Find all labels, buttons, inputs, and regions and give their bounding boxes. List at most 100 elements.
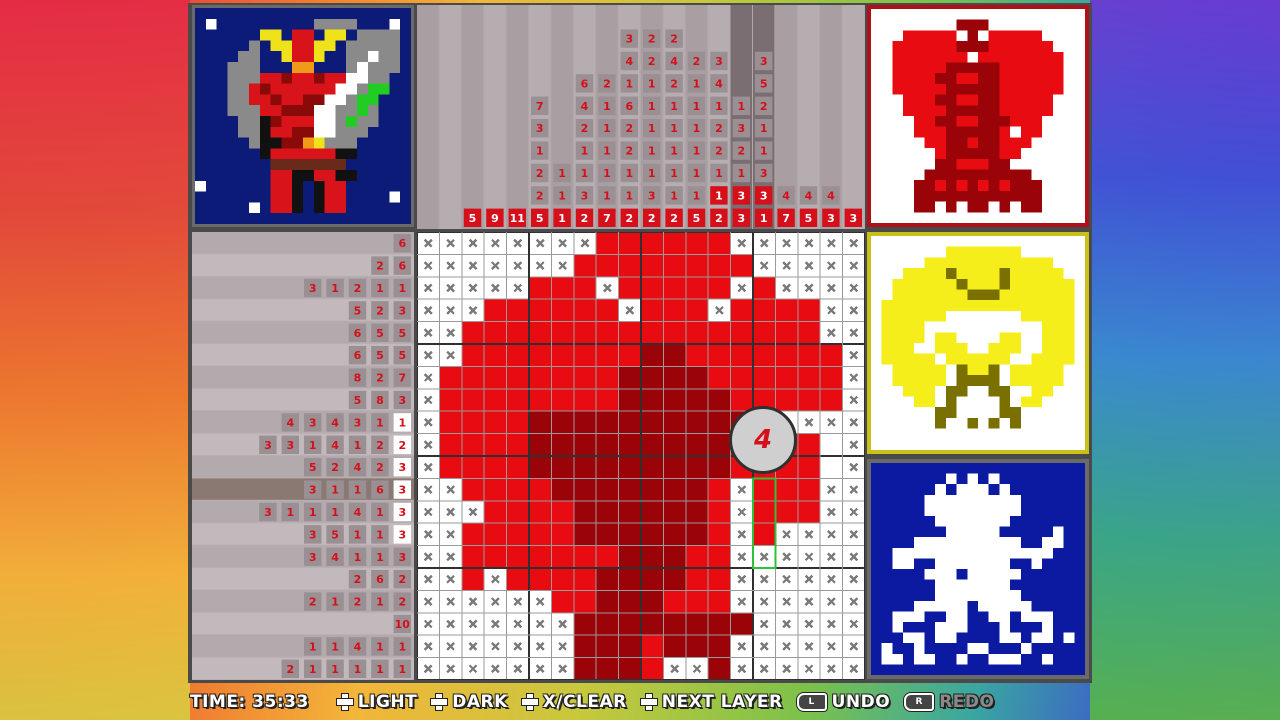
grid-cell[interactable]: [439, 456, 462, 479]
grid-cell[interactable]: [596, 344, 619, 367]
grid-cell[interactable]: [596, 523, 619, 546]
grid-cell[interactable]: [551, 388, 574, 412]
grid-cell[interactable]: [685, 388, 709, 412]
grid-cell[interactable]: [663, 545, 686, 568]
grid-cell[interactable]: [529, 500, 552, 524]
grid-cell[interactable]: [730, 321, 753, 344]
grid-cell[interactable]: [618, 545, 641, 568]
grid-cell[interactable]: [484, 344, 507, 367]
grid-cell[interactable]: [641, 456, 664, 479]
grid-cell[interactable]: [797, 299, 821, 322]
grid-cell[interactable]: [596, 366, 619, 389]
grid-cell[interactable]: [708, 232, 731, 255]
grid-cell[interactable]: [663, 411, 686, 434]
grid-cell[interactable]: [641, 657, 664, 680]
grid-cell[interactable]: [596, 299, 619, 322]
grid-cell[interactable]: [730, 299, 753, 322]
grid-cell[interactable]: [730, 254, 753, 277]
grid-cell[interactable]: [820, 366, 843, 389]
grid-cell[interactable]: [753, 344, 776, 367]
grid-cell[interactable]: [618, 635, 641, 658]
grid-cell[interactable]: [618, 523, 641, 546]
grid-cell[interactable]: [685, 366, 709, 389]
grid-cell[interactable]: [506, 500, 529, 524]
grid-cell[interactable]: [775, 299, 798, 322]
grid-cell[interactable]: [439, 411, 462, 434]
grid-cell[interactable]: [461, 411, 485, 434]
grid-cell[interactable]: [753, 321, 776, 344]
grid-cell[interactable]: [529, 478, 552, 501]
grid-cell[interactable]: [618, 321, 641, 344]
grid-cell[interactable]: [506, 568, 529, 591]
grid-cell[interactable]: [708, 344, 731, 367]
grid-cell[interactable]: [573, 433, 597, 456]
grid-cell[interactable]: [618, 590, 641, 613]
grid-cell[interactable]: [551, 545, 574, 568]
grid-cell[interactable]: [641, 612, 664, 636]
grid-cell[interactable]: [461, 456, 485, 479]
grid-cell[interactable]: [573, 523, 597, 546]
grid-cell[interactable]: [641, 433, 664, 456]
grid-cell[interactable]: [663, 523, 686, 546]
grid-cell[interactable]: [663, 344, 686, 367]
grid-cell[interactable]: [506, 388, 529, 412]
grid-cell[interactable]: [641, 344, 664, 367]
grid-cell[interactable]: [551, 411, 574, 434]
grid-cell[interactable]: [573, 388, 597, 412]
grid-cell[interactable]: [618, 232, 641, 255]
grid-cell[interactable]: [775, 478, 798, 501]
grid-cell[interactable]: [529, 276, 552, 300]
grid-cell[interactable]: [641, 299, 664, 322]
grid-cell[interactable]: [573, 478, 597, 501]
grid-cell[interactable]: [685, 411, 709, 434]
grid-cell[interactable]: [685, 500, 709, 524]
grid-cell[interactable]: [484, 411, 507, 434]
grid-cell[interactable]: [618, 478, 641, 501]
grid-cell[interactable]: [529, 321, 552, 344]
grid-cell[interactable]: [596, 478, 619, 501]
grid-cell[interactable]: [775, 321, 798, 344]
grid-cell[interactable]: [529, 366, 552, 389]
grid-cell[interactable]: [551, 366, 574, 389]
grid-cell[interactable]: [685, 321, 709, 344]
grid-cell[interactable]: [820, 456, 843, 479]
grid-cell[interactable]: [663, 232, 686, 255]
grid-cell[interactable]: [484, 321, 507, 344]
grid-cell[interactable]: [708, 478, 731, 501]
grid-cell[interactable]: [596, 657, 619, 680]
grid-cell[interactable]: [506, 545, 529, 568]
grid-cell[interactable]: [663, 478, 686, 501]
grid-cell[interactable]: [730, 366, 753, 389]
grid-cell[interactable]: [551, 299, 574, 322]
grid-cell[interactable]: [573, 590, 597, 613]
grid-cell[interactable]: [685, 344, 709, 367]
grid-cell[interactable]: [753, 523, 776, 546]
grid-cell[interactable]: [618, 388, 641, 412]
grid-cell[interactable]: [506, 321, 529, 344]
grid-cell[interactable]: [618, 276, 641, 300]
grid-cell[interactable]: [484, 478, 507, 501]
grid-cell[interactable]: [596, 254, 619, 277]
grid-cell[interactable]: [506, 478, 529, 501]
grid-cell[interactable]: [685, 523, 709, 546]
grid-cell[interactable]: [596, 590, 619, 613]
grid-cell[interactable]: [820, 433, 843, 456]
grid-cell[interactable]: [685, 635, 709, 658]
grid-cell[interactable]: [685, 590, 709, 613]
grid-cell[interactable]: [663, 388, 686, 412]
grid-cell[interactable]: [641, 500, 664, 524]
grid-cell[interactable]: [685, 232, 709, 255]
grid-cell[interactable]: [663, 299, 686, 322]
grid-cell[interactable]: [596, 433, 619, 456]
layer-thumbnail-yellow[interactable]: [867, 232, 1089, 454]
grid-cell[interactable]: [551, 344, 574, 367]
grid-cell[interactable]: [573, 545, 597, 568]
grid-cell[interactable]: [573, 411, 597, 434]
grid-cell[interactable]: [797, 366, 821, 389]
grid-cell[interactable]: [797, 344, 821, 367]
grid-cell[interactable]: [461, 344, 485, 367]
grid-cell[interactable]: [461, 545, 485, 568]
grid-cell[interactable]: [797, 456, 821, 479]
grid-cell[interactable]: [708, 545, 731, 568]
grid-cell[interactable]: [573, 321, 597, 344]
